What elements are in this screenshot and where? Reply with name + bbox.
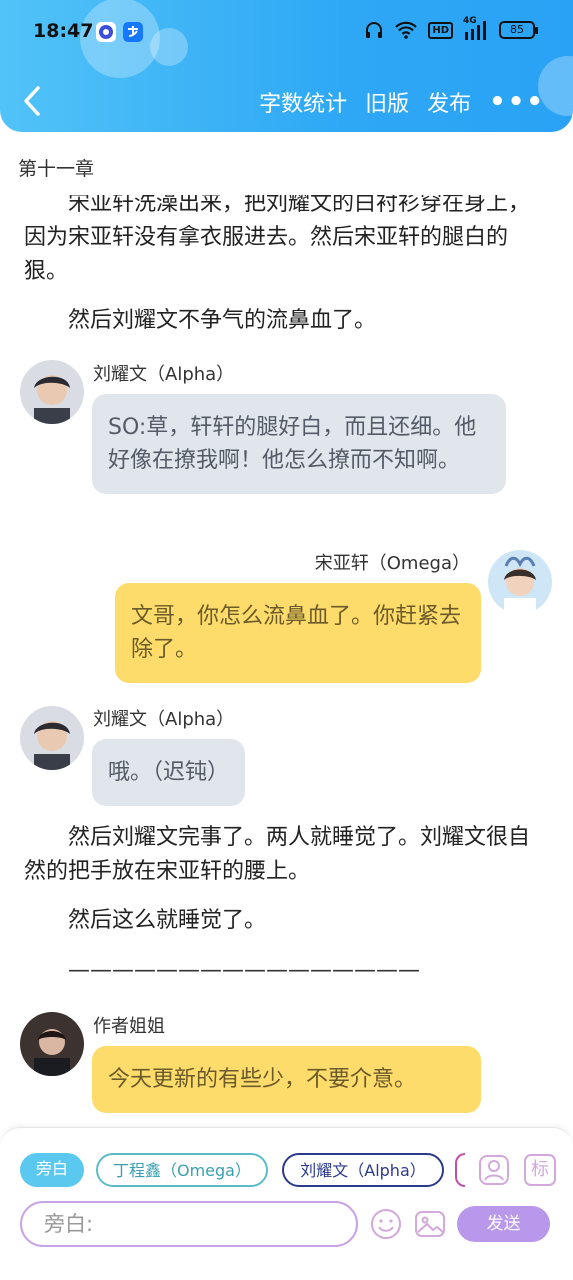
- headphones-icon: [366, 22, 383, 38]
- battery-indicator: 85: [499, 21, 538, 39]
- avatar-liu-yaowen[interactable]: [20, 706, 84, 770]
- image-button[interactable]: [414, 1208, 446, 1240]
- role-chip-ding-chengxin[interactable]: 丁程鑫（Omega）: [96, 1153, 268, 1187]
- tag-icon: 标: [524, 1154, 556, 1186]
- more-options-button[interactable]: •••: [489, 89, 545, 115]
- app-notification-icon: [96, 22, 116, 42]
- narration-paragraph: 然后刘耀文完事了。两人就睡觉了。刘耀文很自然的把手放在宋亚轩的腰上。: [24, 825, 531, 884]
- narration-text: 宋亚轩洗澡出来，把刘耀文的白衬衫穿在身上，因为宋亚轩没有拿衣服进去。然后宋亚轩的…: [24, 195, 531, 284]
- hd-badge: HD: [428, 21, 453, 39]
- smiley-icon: [371, 1209, 401, 1239]
- avatar-author[interactable]: [20, 1012, 84, 1076]
- signal-icon: 4G: [463, 16, 489, 40]
- publish-button[interactable]: 发布: [427, 86, 471, 118]
- speaker-name: 作者姐姐: [93, 1016, 165, 1037]
- message-input[interactable]: 旁白:: [20, 1201, 358, 1247]
- section-divider: ————————————————: [68, 958, 420, 983]
- nav-actions: 字数统计 旧版 发布 •••: [259, 86, 545, 118]
- chevron-left-icon: [24, 86, 40, 116]
- narration-paragraph: 然后这么就睡觉了。: [68, 908, 267, 933]
- chat-bubble[interactable]: 哦。（迟钝）: [92, 739, 246, 806]
- narration-paragraph: 宋亚轩洗澡出来，把刘耀文的白衬衫穿在身上，因为宋亚轩没有拿衣服进去。然后宋亚轩的…: [24, 195, 544, 289]
- wifi-icon: [395, 21, 418, 39]
- role-chip-more[interactable]: [455, 1153, 465, 1187]
- speaker-name: 刘耀文（Alpha）: [93, 364, 235, 385]
- image-icon: [415, 1211, 445, 1237]
- role-chip-narrator[interactable]: 旁白: [20, 1153, 84, 1187]
- top-header: 18:47 HD 4G 85 字数统计 旧版 发布 •••: [0, 0, 573, 132]
- status-time: 18:47: [33, 20, 94, 42]
- send-button[interactable]: 发送: [457, 1206, 550, 1242]
- word-count-button[interactable]: 字数统计: [259, 86, 347, 118]
- tag-button[interactable]: 标: [524, 1154, 556, 1186]
- narration-paragraph: 然后刘耀文不争气的流鼻血了。: [68, 308, 377, 333]
- status-indicators: HD 4G 85: [364, 16, 538, 40]
- emoji-button[interactable]: [370, 1208, 402, 1240]
- alipay-icon: [123, 22, 143, 42]
- person-icon: [479, 1155, 509, 1185]
- old-version-button[interactable]: 旧版: [365, 86, 409, 118]
- role-chip-liu-yaowen[interactable]: 刘耀文（Alpha）: [282, 1153, 444, 1187]
- chat-bubble[interactable]: 今天更新的有些少，不要介意。: [92, 1046, 481, 1113]
- avatar-song-yaxuan[interactable]: [488, 550, 552, 614]
- chat-bubble[interactable]: 文哥，你怎么流鼻血了。你赶紧去除了。: [115, 583, 481, 683]
- status-bar: 18:47 HD 4G 85: [0, 0, 573, 66]
- back-button[interactable]: [18, 84, 48, 118]
- speaker-name: 刘耀文（Alpha）: [93, 709, 235, 730]
- chapter-title: 第十一章: [18, 158, 95, 180]
- speaker-name: 宋亚轩（Omega）: [314, 553, 470, 574]
- chat-bubble[interactable]: SO:草，轩轩的腿好白，而且还细。他好像在撩我啊！他怎么撩而不知啊。: [92, 394, 506, 494]
- avatar-liu-yaowen[interactable]: [20, 360, 84, 424]
- role-manage-button[interactable]: [478, 1154, 510, 1186]
